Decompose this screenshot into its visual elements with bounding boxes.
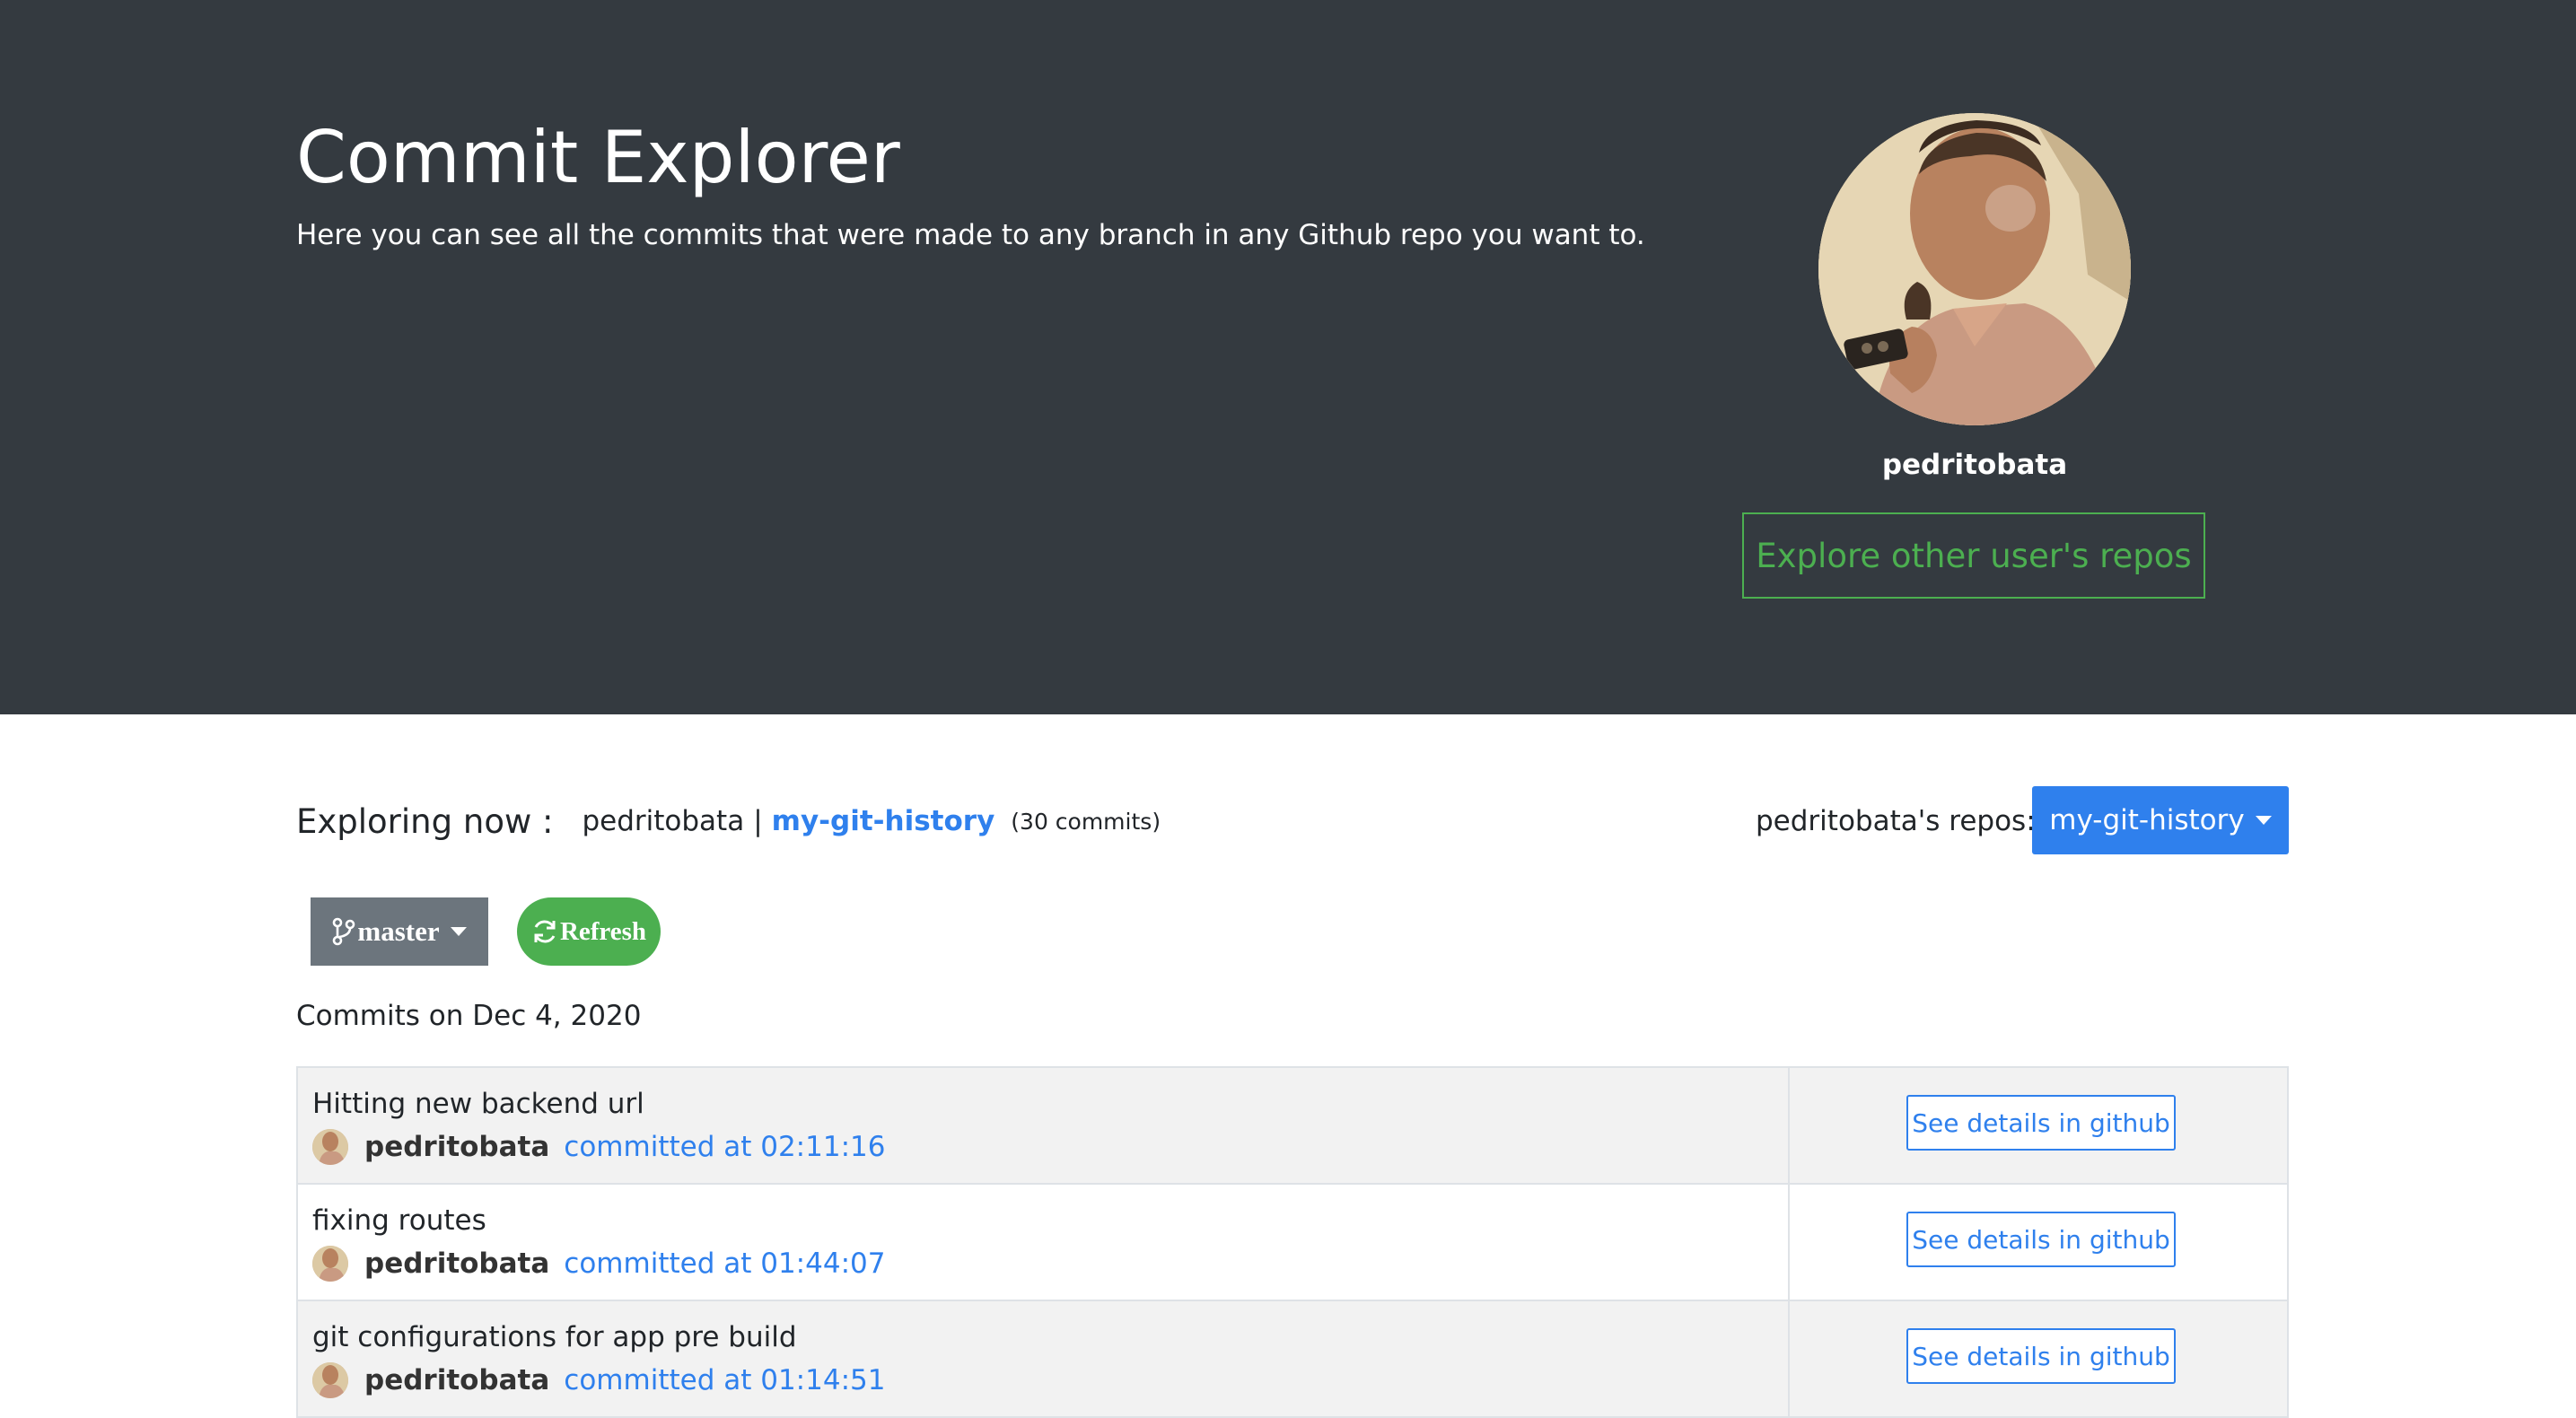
cell-divider	[1788, 1301, 1790, 1416]
avatar-photo	[312, 1362, 348, 1398]
page-title: Commit Explorer	[296, 116, 900, 199]
commit-time: committed at 01:14:51	[564, 1364, 886, 1396]
commits-date-heading: Commits on Dec 4, 2020	[296, 1000, 642, 1032]
commit-time: committed at 02:11:16	[564, 1131, 886, 1163]
commit-count: (30 commits)	[1011, 808, 1161, 835]
commit-meta: pedritobata committed at 02:11:16	[312, 1127, 885, 1167]
commit-message: Hitting new backend url	[312, 1088, 644, 1120]
commit-message: git configurations for app pre build	[312, 1321, 797, 1353]
exploring-now-label: Exploring now :	[296, 801, 554, 841]
avatar-photo	[312, 1129, 348, 1165]
commit-author: pedritobata	[364, 1247, 550, 1280]
commit-message: fixing routes	[312, 1204, 486, 1237]
see-details-button[interactable]: See details in github	[1906, 1095, 2176, 1151]
commit-time: committed at 01:44:07	[564, 1247, 886, 1280]
refresh-icon	[534, 920, 556, 943]
git-branch-icon	[333, 917, 355, 946]
refresh-button[interactable]: Refresh	[517, 897, 661, 966]
repo-select-value: my-git-history	[2049, 804, 2245, 836]
avatar-photo	[312, 1246, 348, 1282]
commit-author: pedritobata	[364, 1131, 550, 1163]
table-row: Hitting new backend url pedritobata comm…	[296, 1066, 2289, 1185]
profile-avatar	[1818, 113, 2131, 425]
commit-meta: pedritobata committed at 01:44:07	[312, 1244, 885, 1283]
profile-photo	[1818, 113, 2131, 425]
repo-select-dropdown[interactable]: my-git-history	[2032, 786, 2289, 854]
repos-label: pedritobata's repos:	[1756, 805, 2036, 837]
caret-down-icon	[2255, 816, 2272, 825]
repo-owner: pedritobata	[582, 805, 745, 837]
cell-divider	[1788, 1068, 1790, 1183]
table-row: git configurations for app pre build ped…	[296, 1301, 2289, 1418]
caret-down-icon	[450, 927, 467, 936]
hero-banner: Commit Explorer Here you can see all the…	[0, 0, 2576, 714]
branch-dropdown-button[interactable]: master	[311, 897, 488, 966]
avatar	[312, 1362, 348, 1398]
cell-divider	[1788, 1185, 1790, 1300]
branch-label: master	[357, 915, 440, 947]
avatar	[312, 1129, 348, 1165]
profile-username: pedritobata	[1881, 449, 2068, 481]
commit-author: pedritobata	[364, 1364, 550, 1396]
refresh-label: Refresh	[559, 916, 647, 946]
owner-repo-separator: |	[753, 805, 763, 837]
commit-meta: pedritobata committed at 01:14:51	[312, 1361, 885, 1400]
table-row: fixing routes pedritobata committed at 0…	[296, 1185, 2289, 1301]
explore-other-users-button[interactable]: Explore other user's repos	[1742, 512, 2205, 599]
see-details-button[interactable]: See details in github	[1906, 1328, 2176, 1384]
page-description: Here you can see all the commits that we…	[296, 219, 1645, 251]
current-repo-link[interactable]: my-git-history	[772, 805, 995, 837]
exploring-now-bar: Exploring now : pedritobata | my-git-his…	[296, 794, 1161, 848]
see-details-button[interactable]: See details in github	[1906, 1212, 2176, 1267]
commit-table: Hitting new backend url pedritobata comm…	[296, 1066, 2289, 1418]
avatar	[312, 1246, 348, 1282]
